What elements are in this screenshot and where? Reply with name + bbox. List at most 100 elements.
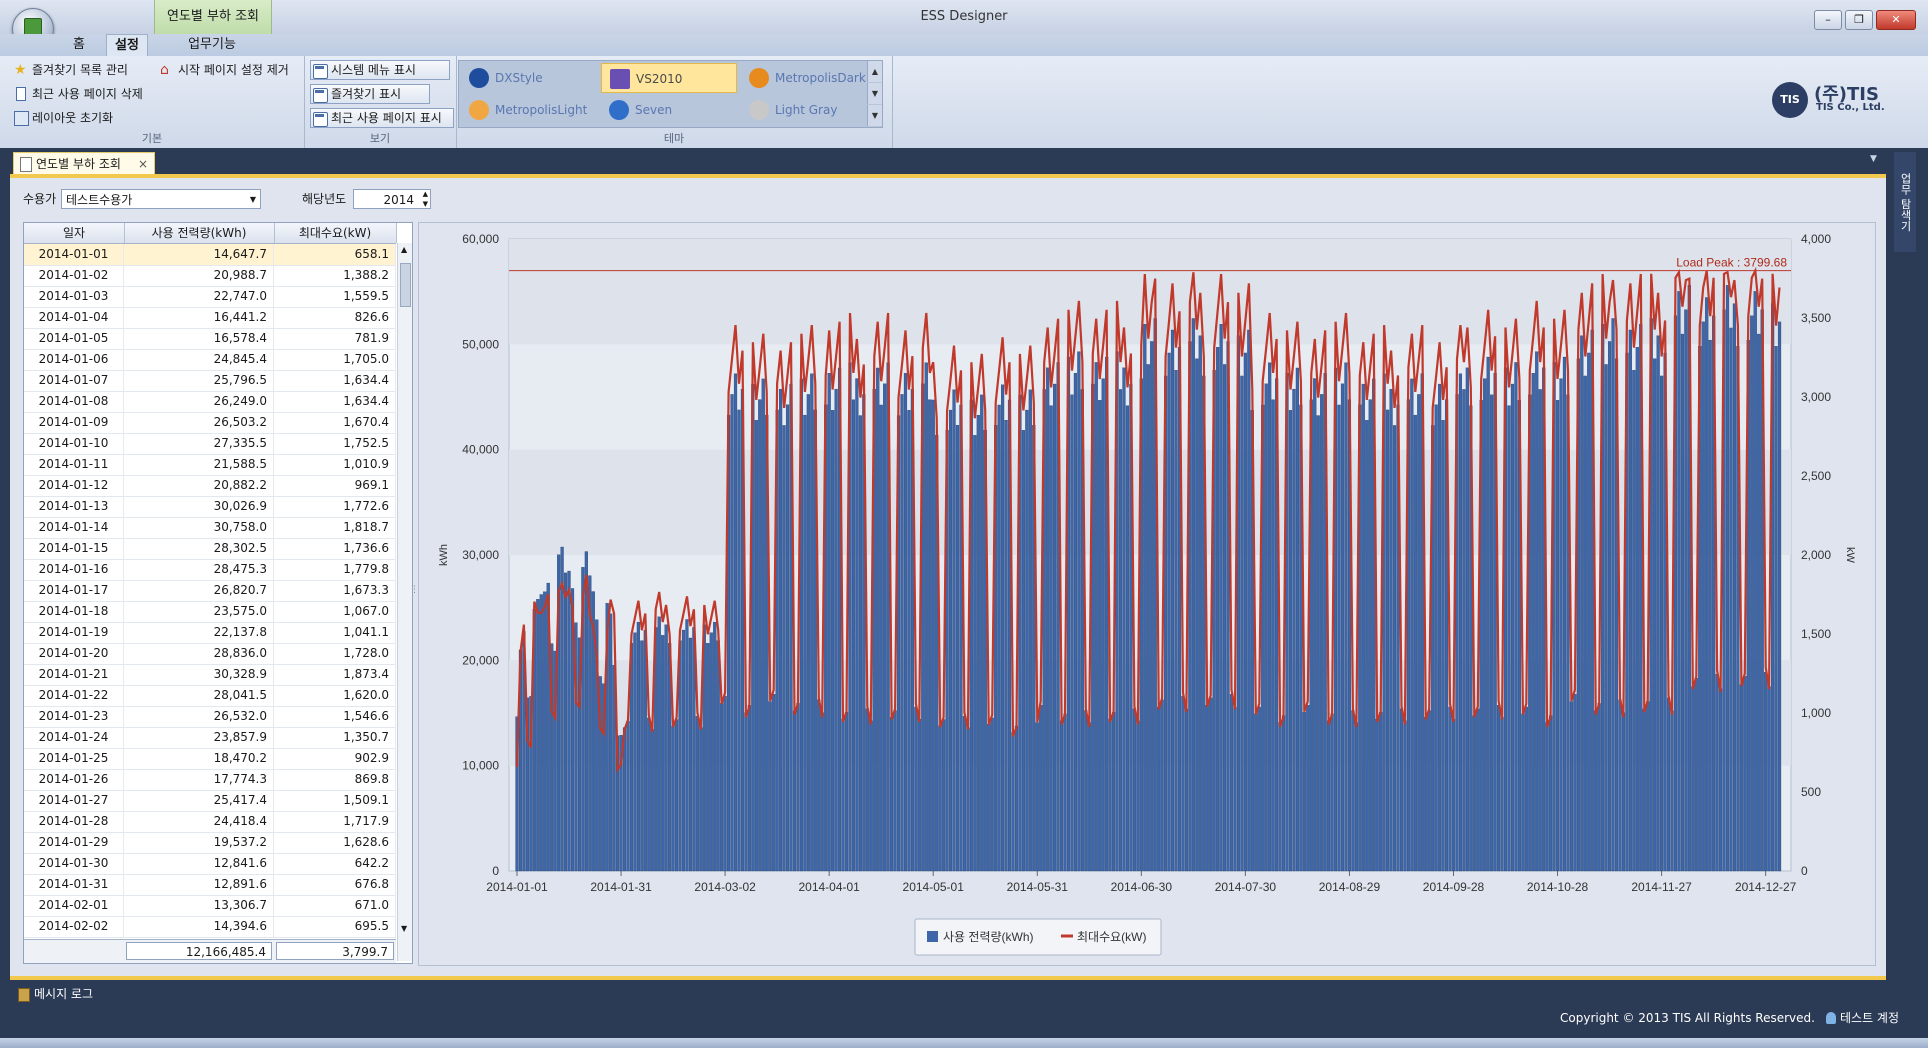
message-log-tab[interactable]: 메시지 로그 <box>18 984 93 1004</box>
table-row[interactable]: 2014-01-04 16,441.2 826.6 <box>24 307 396 329</box>
table-row[interactable]: 2014-01-12 20,882.2 969.1 <box>24 475 396 497</box>
x-tick-label: 2014-04-01 <box>798 880 860 894</box>
table-row[interactable]: 2014-01-06 24,845.4 1,705.0 <box>24 349 396 371</box>
explorer-side-tab[interactable]: 업무 탐색기 <box>1894 152 1916 252</box>
energy-bar <box>657 616 661 872</box>
theme-vs2010[interactable]: VS2010 <box>601 63 737 93</box>
table-row[interactable]: 2014-01-14 30,758.0 1,818.7 <box>24 517 396 539</box>
energy-bar <box>1191 318 1195 872</box>
year-spinner[interactable]: 2014 ▲ ▼ <box>353 189 431 209</box>
table-row[interactable]: 2014-01-21 30,328.9 1,873.4 <box>24 664 396 686</box>
table-row[interactable]: 2014-01-30 12,841.6 642.2 <box>24 853 396 875</box>
manage-favorites-button[interactable]: ★ 즐겨찾기 목록 관리 <box>12 60 128 80</box>
table-row[interactable]: 2014-01-24 23,857.9 1,350.7 <box>24 727 396 749</box>
tab-home[interactable]: 홈 <box>68 34 90 56</box>
energy-bar <box>890 717 894 872</box>
document-tab[interactable]: 연도별 부하 조회 × <box>13 152 155 174</box>
energy-cell: 14,647.7 <box>124 244 274 265</box>
table-row[interactable]: 2014-01-20 28,836.0 1,728.0 <box>24 643 396 665</box>
restore-button[interactable]: ❐ <box>1845 10 1873 30</box>
column-header-peak[interactable]: 최대수요(kW) <box>274 223 397 243</box>
energy-bar <box>869 720 873 872</box>
energy-bar <box>699 727 703 872</box>
table-row[interactable]: 2014-01-09 26,503.2 1,670.4 <box>24 412 396 434</box>
energy-bar <box>1767 686 1771 872</box>
table-row[interactable]: 2014-01-17 26,820.7 1,673.3 <box>24 580 396 602</box>
table-row[interactable]: 2014-01-28 24,418.4 1,717.9 <box>24 811 396 833</box>
gallery-up-arrow[interactable]: ▲ <box>867 61 882 82</box>
table-row[interactable]: 2014-01-15 28,302.5 1,736.6 <box>24 538 396 560</box>
minimize-button[interactable]: – <box>1814 10 1842 30</box>
energy-bar <box>1330 713 1334 872</box>
grid-scrollbar[interactable]: ▲ ▼ <box>397 243 412 961</box>
table-row[interactable]: 2014-01-31 12,891.6 676.8 <box>24 874 396 896</box>
energy-bar <box>1753 291 1757 872</box>
energy-bar <box>1653 358 1657 872</box>
gallery-expand-arrow[interactable]: ▼ <box>867 105 882 126</box>
theme-dxstyle-label: DXStyle <box>495 71 543 85</box>
scroll-down-icon[interactable]: ▼ <box>401 924 407 933</box>
energy-bar <box>1507 405 1511 872</box>
ribbon-group-view: 시스템 메뉴 표시 즐겨찾기 표시 최근 사용 페이지 표시 보기 <box>304 56 457 148</box>
scroll-thumb[interactable] <box>400 263 411 307</box>
remove-start-page-button[interactable]: ⌂ 시작 페이지 설정 제거 <box>158 60 289 80</box>
group-caption-view: 보기 <box>369 132 391 145</box>
show-system-menu-toggle[interactable]: 시스템 메뉴 표시 <box>310 60 450 80</box>
table-row[interactable]: 2014-01-16 28,475.3 1,779.8 <box>24 559 396 581</box>
energy-bar <box>987 724 991 872</box>
show-recent-pages-toggle[interactable]: 최근 사용 페이지 표시 <box>310 108 454 128</box>
os-taskbar <box>0 1038 1928 1048</box>
theme-seven[interactable]: Seven <box>601 95 737 125</box>
energy-bar <box>567 570 571 872</box>
theme-light-gray[interactable]: Light Gray <box>741 95 877 125</box>
show-favorites-toggle[interactable]: 즐겨찾기 표시 <box>310 84 430 104</box>
table-row[interactable]: 2014-01-13 30,026.9 1,772.6 <box>24 496 396 518</box>
table-row[interactable]: 2014-01-11 21,588.5 1,010.9 <box>24 454 396 476</box>
table-row[interactable]: 2014-01-19 22,137.8 1,041.1 <box>24 622 396 644</box>
table-row[interactable]: 2014-02-01 13,306.7 671.0 <box>24 895 396 917</box>
table-row[interactable]: 2014-01-01 14,647.7 658.1 <box>24 244 396 266</box>
column-header-date[interactable]: 일자 <box>24 223 125 243</box>
close-button[interactable]: ✕ <box>1876 10 1916 30</box>
theme-metropolislight[interactable]: MetropolisLight <box>461 95 597 125</box>
manage-favorites-label: 즐겨찾기 목록 관리 <box>32 63 128 77</box>
energy-bar <box>1660 375 1664 872</box>
scroll-up-icon[interactable]: ▲ <box>401 245 407 254</box>
table-row[interactable]: 2014-01-26 17,774.3 869.8 <box>24 769 396 791</box>
table-row[interactable]: 2014-01-10 27,335.5 1,752.5 <box>24 433 396 455</box>
table-row[interactable]: 2014-01-18 23,575.0 1,067.0 <box>24 601 396 623</box>
table-row[interactable]: 2014-01-29 19,537.2 1,628.6 <box>24 832 396 854</box>
table-row[interactable]: 2014-01-27 25,417.4 1,509.1 <box>24 790 396 812</box>
date-cell: 2014-01-04 <box>24 307 124 328</box>
table-row[interactable]: 2014-01-22 28,041.5 1,620.0 <box>24 685 396 707</box>
energy-bar <box>1458 373 1463 872</box>
table-row[interactable]: 2014-01-08 26,249.0 1,634.4 <box>24 391 396 413</box>
account-indicator[interactable]: 테스트 계정 <box>1824 1008 1899 1028</box>
splitter-handle[interactable]: ⋮ <box>410 585 419 597</box>
energy-bar <box>841 718 845 872</box>
gallery-down-arrow[interactable]: ▼ <box>867 83 882 104</box>
close-tab-icon[interactable]: × <box>138 153 148 175</box>
table-row[interactable]: 2014-01-02 20,988.7 1,388.2 <box>24 265 396 287</box>
customer-select[interactable]: 테스트수용가 ▼ <box>61 189 261 209</box>
tab-business[interactable]: 업무기능 <box>184 34 240 56</box>
legend-swatch-energy <box>927 931 938 942</box>
date-cell: 2014-01-16 <box>24 559 124 580</box>
table-row[interactable]: 2014-02-02 14,394.6 695.5 <box>24 916 396 938</box>
clear-recent-pages-button[interactable]: 최근 사용 페이지 삭제 <box>12 84 143 104</box>
spin-arrows-icon[interactable]: ▲ ▼ <box>423 189 428 209</box>
column-header-energy[interactable]: 사용 전력량(kWh) <box>124 223 275 243</box>
tab-settings[interactable]: 설정 <box>106 34 148 57</box>
table-row[interactable]: 2014-01-03 22,747.0 1,559.5 <box>24 286 396 308</box>
energy-bar <box>1361 383 1365 872</box>
theme-dxstyle[interactable]: DXStyle <box>461 63 597 93</box>
table-row[interactable]: 2014-01-25 18,470.2 902.9 <box>24 748 396 770</box>
energy-bar <box>1441 420 1445 872</box>
peak-cell: 1,818.7 <box>274 517 396 538</box>
theme-metropolisdark[interactable]: MetropolisDark <box>741 63 877 93</box>
table-row[interactable]: 2014-01-07 25,796.5 1,634.4 <box>24 370 396 392</box>
table-row[interactable]: 2014-01-23 26,532.0 1,546.6 <box>24 706 396 728</box>
tab-dropdown-icon[interactable]: ▼ <box>1870 154 1877 164</box>
reset-layout-button[interactable]: 레이아웃 초기화 <box>12 108 113 128</box>
table-row[interactable]: 2014-01-05 16,578.4 781.9 <box>24 328 396 350</box>
